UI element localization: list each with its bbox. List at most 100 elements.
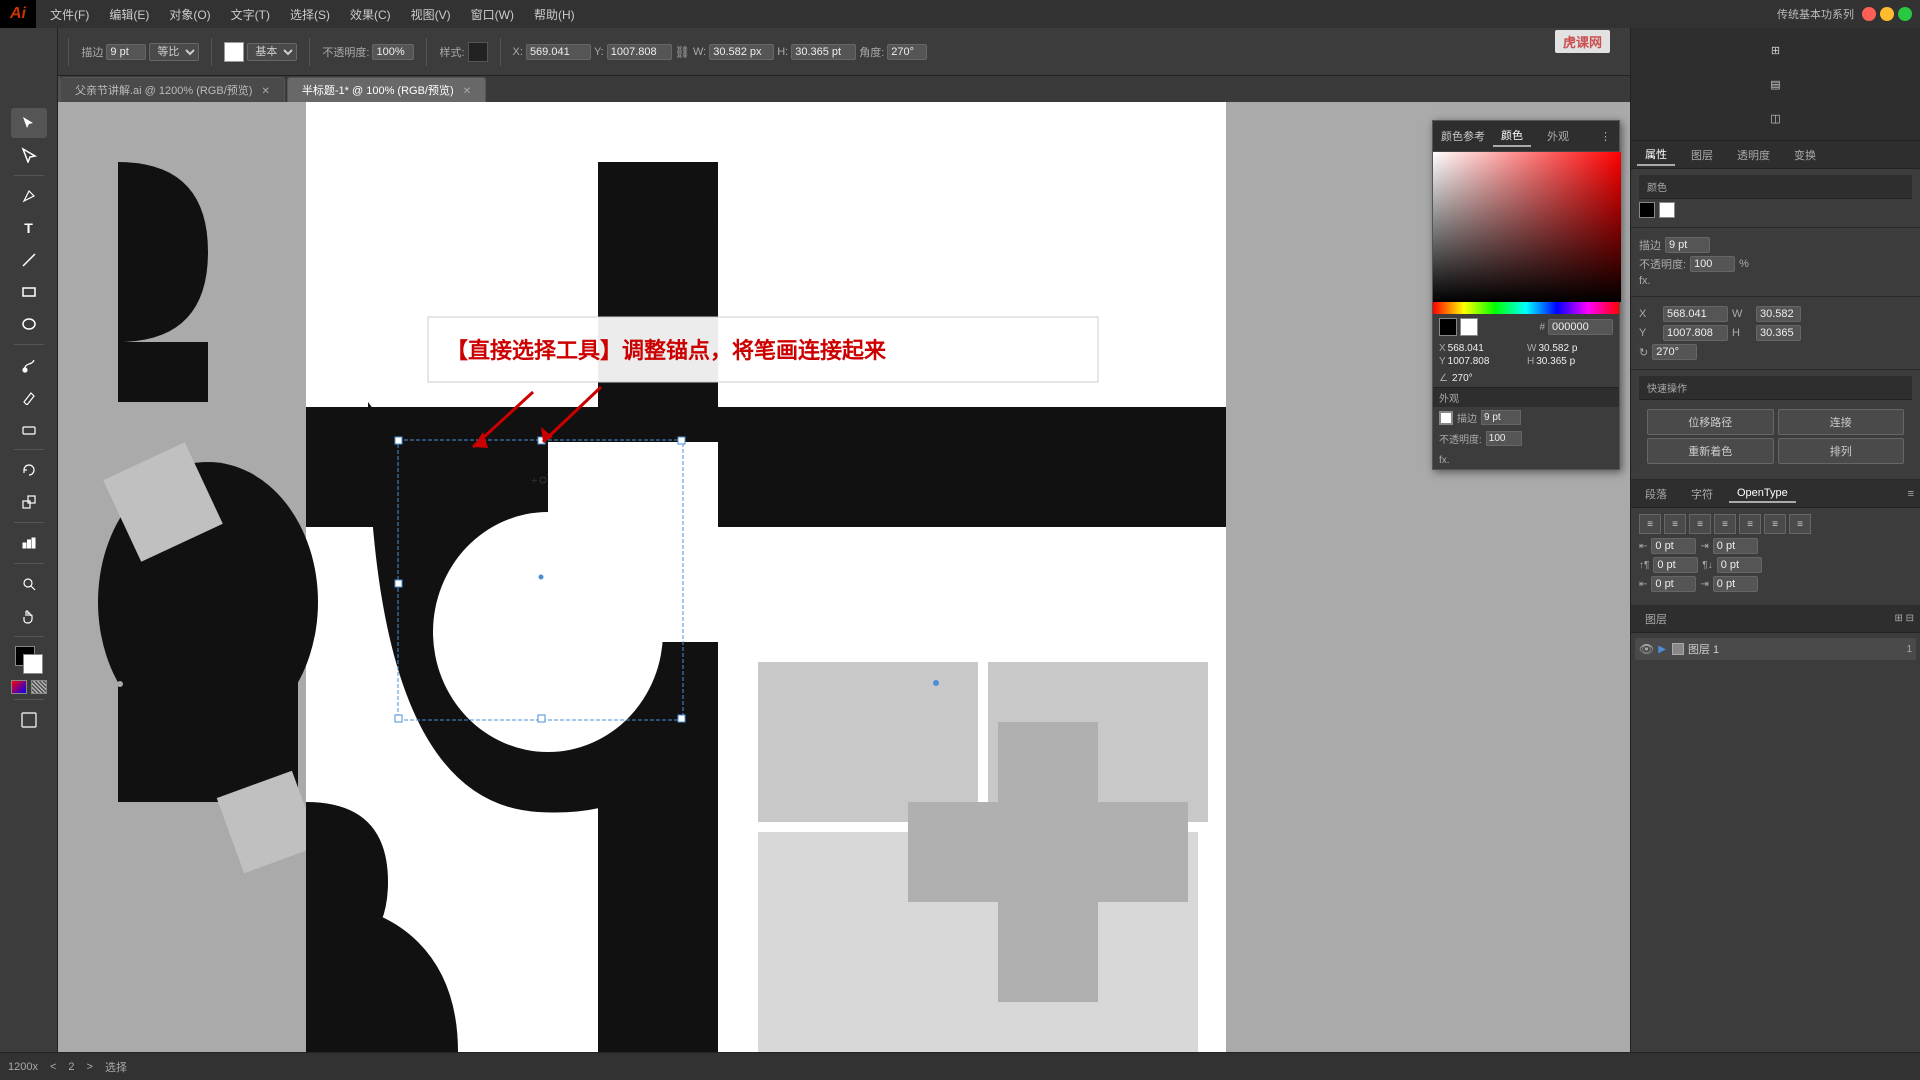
x-input[interactable]	[526, 44, 591, 60]
menu-effect[interactable]: 效果(C)	[340, 4, 401, 25]
menu-window[interactable]: 窗口(W)	[461, 4, 524, 25]
white-swatch[interactable]	[1460, 318, 1478, 336]
pen-tool[interactable]	[11, 181, 47, 211]
align-center-button[interactable]: ≡	[1664, 514, 1686, 534]
justify-all-button[interactable]: ≡	[1789, 514, 1811, 534]
tab-1-close[interactable]: ✕	[463, 86, 471, 97]
screen-mode-button[interactable]	[11, 705, 47, 735]
rotate-tool[interactable]	[11, 455, 47, 485]
w-input[interactable]	[709, 44, 774, 60]
fill-color-swatch[interactable]	[224, 42, 244, 62]
tab-character[interactable]: 字符	[1683, 484, 1721, 504]
tab-0-close[interactable]: ✕	[262, 86, 270, 97]
stroke-color-preview[interactable]	[1659, 202, 1675, 218]
menu-file[interactable]: 文件(F)	[40, 4, 99, 25]
space-after-input[interactable]	[1717, 557, 1762, 573]
align-left-button[interactable]: ≡	[1639, 514, 1661, 534]
hand-tool[interactable]	[11, 601, 47, 631]
direct-select-tool[interactable]	[11, 140, 47, 170]
none-button[interactable]	[31, 680, 47, 694]
menu-edit[interactable]: 编辑(E)	[99, 4, 159, 25]
tab-layers-bottom[interactable]: 图层	[1637, 609, 1675, 629]
fill-indicator[interactable]	[1439, 411, 1453, 425]
justify-right-button[interactable]: ≡	[1764, 514, 1786, 534]
align-right-button[interactable]: ≡	[1689, 514, 1711, 534]
opacity-section-input[interactable]	[1690, 256, 1735, 272]
color-tab-color[interactable]: 颜色	[1493, 125, 1531, 147]
layer-1-visibility[interactable]: 👁	[1639, 642, 1654, 656]
eraser-tool[interactable]	[11, 414, 47, 444]
stroke-swatch[interactable]	[23, 654, 43, 674]
color-hue-bar[interactable]	[1433, 302, 1619, 314]
layer-1-expand-icon[interactable]: ▶	[1658, 644, 1666, 655]
tab-opentype[interactable]: OpenType	[1729, 485, 1796, 503]
properties-icon-btn[interactable]: ⊞	[1760, 36, 1792, 64]
chart-tool[interactable]	[11, 528, 47, 558]
tab-transform[interactable]: 变换	[1786, 145, 1824, 165]
menu-select[interactable]: 选择(S)	[280, 4, 340, 25]
ellipse-tool[interactable]	[11, 309, 47, 339]
color-spectrum[interactable]	[1433, 152, 1619, 302]
tab-1[interactable]: 半标题-1* @ 100% (RGB/预览) ✕	[287, 77, 486, 102]
zoom-tool[interactable]	[11, 569, 47, 599]
pencil-tool[interactable]	[11, 382, 47, 412]
color-tab-appearance[interactable]: 外观	[1539, 126, 1577, 146]
w-coord-input[interactable]	[1756, 306, 1801, 322]
offset-path-button[interactable]: 位移路径	[1647, 409, 1774, 435]
select-tool[interactable]	[11, 108, 47, 138]
rect-tool[interactable]	[11, 277, 47, 307]
justify-center-button[interactable]: ≡	[1739, 514, 1761, 534]
indent-left-input[interactable]	[1651, 538, 1696, 554]
window-minimize-button[interactable]	[1880, 7, 1894, 21]
menu-object[interactable]: 对象(O)	[159, 4, 220, 25]
transform-icon-btn[interactable]: ◫	[1760, 104, 1792, 132]
last-indent-input[interactable]	[1713, 576, 1758, 592]
color-panel-expand[interactable]: ⋮	[1600, 130, 1611, 143]
scale-tool[interactable]	[11, 487, 47, 517]
stroke-type-select[interactable]: 等比	[149, 43, 199, 61]
recolor-button[interactable]: 重新着色	[1647, 438, 1774, 464]
arrange-button[interactable]: 排列	[1778, 438, 1905, 464]
x-coord-input[interactable]	[1663, 306, 1728, 322]
black-swatch[interactable]	[1439, 318, 1457, 336]
layer-1-row[interactable]: 👁 ▶ 图层 1 1	[1635, 638, 1916, 660]
line-tool[interactable]	[11, 245, 47, 275]
stroke-small-input[interactable]	[1481, 410, 1521, 425]
window-close-button[interactable]	[1862, 7, 1876, 21]
tab-0[interactable]: 父亲节讲解.ai @ 1200% (RGB/预览) ✕	[60, 77, 285, 102]
fill-stroke-swatches[interactable]	[11, 642, 47, 678]
tab-paragraph[interactable]: 段落	[1637, 484, 1675, 504]
menu-help[interactable]: 帮助(H)	[524, 4, 585, 25]
type-tool[interactable]: T	[11, 213, 47, 243]
menu-view[interactable]: 视图(V)	[401, 4, 461, 25]
window-maximize-button[interactable]	[1898, 7, 1912, 21]
style-swatch[interactable]	[468, 42, 488, 62]
stroke-section-input[interactable]	[1665, 237, 1710, 253]
tab-transparency[interactable]: 透明度	[1729, 145, 1778, 165]
hex-color-input[interactable]	[1548, 319, 1613, 335]
menu-text[interactable]: 文字(T)	[221, 4, 280, 25]
paintbrush-tool[interactable]	[11, 350, 47, 380]
join-button[interactable]: 连接	[1778, 409, 1905, 435]
layers-expand-icon[interactable]: ⊞ ⊟	[1894, 613, 1914, 624]
y-input[interactable]	[607, 44, 672, 60]
opacity-small-input[interactable]	[1486, 431, 1522, 446]
canvas-area[interactable]: 【直接选择工具】调整锚点，将笔画连接起来 +	[58, 102, 1630, 1052]
tab-properties[interactable]: 属性	[1637, 144, 1675, 166]
h-input[interactable]	[791, 44, 856, 60]
gradient-button[interactable]	[11, 680, 27, 694]
space-before-input[interactable]	[1653, 557, 1698, 573]
stroke-value-input[interactable]	[106, 44, 146, 60]
first-indent-input[interactable]	[1651, 576, 1696, 592]
opacity-input[interactable]	[372, 44, 414, 60]
nav-prev[interactable]: <	[50, 1061, 56, 1073]
y-coord-input[interactable]	[1663, 325, 1728, 341]
angle-section-input[interactable]	[1652, 344, 1697, 360]
h-coord-input[interactable]	[1756, 325, 1801, 341]
fill-type-select[interactable]: 基本	[247, 43, 297, 61]
layers-icon-btn[interactable]: ▤	[1760, 70, 1792, 98]
angle-input[interactable]	[887, 44, 927, 60]
indent-right-input[interactable]	[1713, 538, 1758, 554]
fill-color-preview[interactable]	[1639, 202, 1655, 218]
panel-expand-icon[interactable]: ≡	[1908, 488, 1914, 500]
